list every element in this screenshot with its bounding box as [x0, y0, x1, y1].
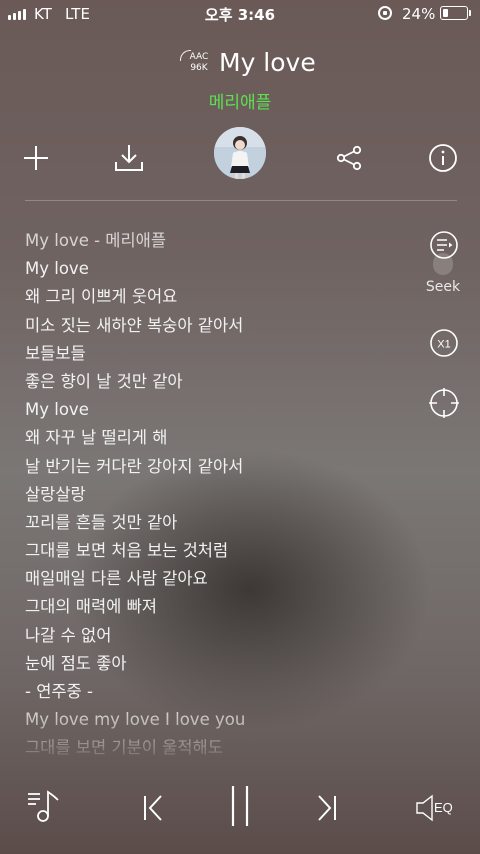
lyric-line[interactable]: 그대를 보면 기분이 울적해도: [25, 736, 425, 759]
info-button[interactable]: [421, 136, 465, 180]
lyric-line[interactable]: 그대의 매력에 빠져: [25, 595, 425, 623]
speed-circle-icon: X1: [430, 329, 458, 357]
lyric-line[interactable]: 날 반기는 커다란 강아지 같아서: [25, 455, 425, 483]
lyric-line[interactable]: 그대를 보면 처음 보는 것처럼: [25, 539, 425, 567]
lyric-line[interactable]: My love - 메리애플: [25, 229, 425, 257]
battery-level: [442, 8, 448, 17]
lyric-line[interactable]: 미소 짓는 새하얀 복숭아 같아서: [25, 314, 425, 342]
lyric-line[interactable]: 꼬리를 흔들 것만 같아: [25, 511, 425, 539]
lyric-line[interactable]: 왜 자꾸 날 떨리게 해: [25, 426, 425, 454]
share-icon: [336, 145, 362, 171]
rotation-lock-icon: [378, 6, 392, 20]
pause-button[interactable]: [218, 784, 262, 828]
locate-current-lyric-button[interactable]: [422, 381, 466, 425]
download-icon: [115, 145, 143, 171]
info-icon: [429, 144, 457, 172]
codec-badge: AAC 96K: [180, 50, 216, 74]
lyric-line[interactable]: 보들보들: [25, 342, 425, 370]
artist-name[interactable]: 메리애플: [0, 88, 480, 113]
speaker-icon: EQ: [416, 794, 453, 822]
battery-cap: [469, 10, 471, 16]
codec-bitrate: 96K: [190, 63, 208, 73]
lyric-line[interactable]: 나갈 수 없어: [25, 624, 425, 652]
previous-icon: [144, 795, 162, 821]
playlist-button[interactable]: [22, 784, 66, 828]
music-list-icon: [28, 790, 59, 822]
next-icon: [318, 795, 336, 821]
status-bar: KT LTE 오후 3:46 24%: [0, 0, 480, 28]
speed-label: X1: [437, 339, 450, 351]
previous-button[interactable]: [131, 786, 175, 830]
share-button[interactable]: [327, 136, 371, 180]
lyric-line[interactable]: 매일매일 다른 사람 같아요: [25, 567, 425, 595]
battery-percent: 24%: [402, 5, 436, 23]
eq-label: EQ: [434, 800, 453, 815]
seek-label[interactable]: Seek: [420, 279, 466, 295]
lyric-line[interactable]: 좋은 향이 날 것만 같아: [25, 370, 425, 398]
lyrics-panel[interactable]: My love - 메리애플 My love 왜 그리 이쁘게 웃어요 미소 짓는 새…: [25, 229, 425, 759]
add-to-playlist-button[interactable]: [14, 136, 58, 180]
lyric-line[interactable]: My love: [25, 257, 425, 285]
plus-icon: [24, 146, 48, 170]
lyric-line[interactable]: 눈에 점도 좋아: [25, 652, 425, 680]
album-art[interactable]: [214, 127, 266, 179]
seek-toggle[interactable]: [433, 253, 453, 275]
crosshair-icon: [429, 388, 459, 418]
player-controls: EQ: [0, 768, 480, 854]
download-button[interactable]: [107, 136, 151, 180]
lyric-line[interactable]: - 연주중 -: [25, 680, 425, 708]
playback-speed-button[interactable]: X1: [422, 321, 466, 365]
equalizer-button[interactable]: EQ: [412, 786, 462, 830]
song-title: My love: [219, 48, 316, 77]
pause-icon: [231, 786, 249, 826]
lyric-line[interactable]: My love: [25, 398, 425, 426]
lyric-line[interactable]: 왜 그리 이쁘게 웃어요: [25, 285, 425, 313]
lyric-line[interactable]: 살랑살랑: [25, 483, 425, 511]
album-art-image: [214, 127, 266, 179]
lyric-line[interactable]: My love my love I love you: [25, 708, 425, 736]
battery-icon: [440, 6, 468, 20]
divider: [25, 200, 457, 201]
next-button[interactable]: [305, 786, 349, 830]
